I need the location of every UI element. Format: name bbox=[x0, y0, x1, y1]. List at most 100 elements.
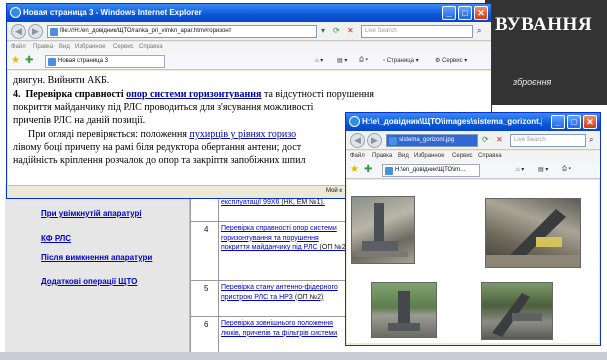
menu-file[interactable]: Файл bbox=[350, 153, 365, 159]
add-favorite-icon[interactable]: ✚ bbox=[25, 55, 33, 66]
favorites-star-icon[interactable]: ★ bbox=[350, 164, 359, 175]
add-favorite-icon[interactable]: ✚ bbox=[364, 164, 372, 175]
back-icon[interactable]: ◀ bbox=[11, 24, 26, 39]
address-toolbar: ◀ ▶ file:///H:/en_довідник/ЩТО/ranka_pri… bbox=[7, 22, 491, 41]
feeds-icon[interactable]: ▤ ▾ bbox=[538, 166, 548, 173]
doc-text: При огляді перевіряється: положення bbox=[28, 129, 190, 140]
go-icon[interactable]: ▾ bbox=[321, 26, 325, 35]
stop-icon[interactable]: ✕ bbox=[496, 135, 503, 144]
page-header-subtitle: зброєння bbox=[513, 77, 552, 87]
stop-icon[interactable]: ✕ bbox=[347, 26, 354, 35]
tools-menu-button[interactable]: ⚙ Сервис ▾ bbox=[435, 57, 467, 64]
doc-line: двигун. Вийняти АКБ. bbox=[13, 75, 110, 86]
menu-view[interactable]: Вид bbox=[398, 153, 409, 159]
close-icon[interactable]: ✕ bbox=[474, 6, 488, 20]
home-icon[interactable]: ⌂ ▾ bbox=[516, 166, 524, 173]
tab-toolbar: ★ ✚ H:\en_довідник\ЩТО\im... ⌂ ▾ ▤ ▾ ⎙ ▾ bbox=[346, 162, 600, 179]
jack-illustration-icon bbox=[486, 209, 580, 267]
address-bar[interactable]: sistema_gorizont.jpg bbox=[386, 134, 478, 147]
photo-leveling-jack-1 bbox=[351, 196, 415, 264]
photo-leveling-jack-2 bbox=[485, 198, 581, 268]
heading-number: 4. bbox=[13, 89, 21, 100]
page-icon bbox=[389, 137, 397, 145]
heading-link[interactable]: опор системи горизонтування bbox=[126, 89, 261, 100]
tab-label: Новая страница 3 bbox=[58, 58, 108, 64]
tools-menu-label: Сервис bbox=[442, 58, 463, 64]
jack-illustration-icon bbox=[388, 291, 420, 331]
refresh-icon[interactable]: ⟳ bbox=[482, 135, 489, 144]
row-text: (ОП №2) bbox=[292, 293, 324, 301]
ie-logo-icon bbox=[10, 7, 21, 18]
procedure-table: експлуатації 99Х6 (НК, ЕМ №1). 4 Перевір… bbox=[190, 195, 350, 360]
nav-link-extra-ops[interactable]: Додаткові операції ЩТО bbox=[41, 277, 137, 286]
refresh-icon[interactable]: ⟳ bbox=[333, 26, 340, 35]
back-icon[interactable]: ◀ bbox=[350, 133, 365, 148]
forward-icon[interactable]: ▶ bbox=[28, 24, 43, 39]
page-menu-button[interactable]: ▫ Страница ▾ bbox=[383, 57, 419, 64]
row-number: 5 bbox=[204, 284, 209, 293]
row-link[interactable]: Перевірка зовнішнього положення люків, п… bbox=[221, 320, 337, 337]
row-number: 4 bbox=[204, 225, 209, 234]
photo-leveling-jack-3 bbox=[371, 282, 437, 338]
table-row: 5 Перевірка стану антенно-фідерного прис… bbox=[190, 280, 350, 316]
feeds-icon[interactable]: ▤ ▾ bbox=[337, 57, 347, 64]
jack-illustration-icon bbox=[492, 293, 542, 337]
maximize-icon[interactable]: □ bbox=[458, 6, 472, 20]
menu-help[interactable]: Справка bbox=[139, 44, 163, 50]
nav-link-kf-rls[interactable]: КФ РЛС bbox=[41, 234, 71, 243]
menu-help[interactable]: Справка bbox=[478, 153, 502, 159]
image-window-titlebar[interactable]: H:\e\_довідник\ЩТО\images\sistema_gorizo… bbox=[346, 113, 600, 131]
tab-current-page[interactable]: H:\en_довідник\ЩТО\im... bbox=[382, 164, 480, 177]
tab-page-icon bbox=[48, 58, 56, 66]
search-icon[interactable]: ⌕ bbox=[477, 26, 481, 36]
page-menu-label: Страница bbox=[386, 58, 414, 64]
print-icon[interactable]: ⎙ ▾ bbox=[562, 166, 571, 173]
maximize-icon[interactable]: □ bbox=[567, 115, 581, 129]
ie-logo-icon bbox=[349, 116, 360, 127]
background-scrollbar[interactable] bbox=[0, 352, 607, 360]
image-browser-window: H:\e\_довідник\ЩТО\images\sistema_gorizo… bbox=[345, 112, 601, 346]
table-row: 4 Перевірка справності опор системи гори… bbox=[190, 221, 350, 280]
tab-label: H:\en_довідник\ЩТО\im... bbox=[395, 167, 466, 173]
doc-heading-4: 4. Перевірка справності опор системи гор… bbox=[13, 89, 491, 101]
print-icon[interactable]: ⎙ ▾ bbox=[359, 57, 368, 64]
home-icon[interactable]: ⌂ ▾ bbox=[315, 57, 323, 64]
minimize-icon[interactable]: _ bbox=[551, 115, 565, 129]
address-text: sistema_gorizont.jpg bbox=[399, 137, 455, 143]
page-icon bbox=[50, 28, 58, 36]
search-input[interactable]: Live Search bbox=[510, 134, 586, 147]
forward-icon[interactable]: ▶ bbox=[367, 133, 382, 148]
menu-file[interactable]: Файл bbox=[11, 44, 26, 50]
search-input[interactable]: Live Search bbox=[361, 25, 473, 38]
heading-text: Перевірка справності bbox=[25, 89, 127, 100]
minimize-icon[interactable]: _ bbox=[442, 6, 456, 20]
row-number: 6 bbox=[204, 320, 209, 329]
menu-favorites[interactable]: Избранное bbox=[75, 44, 105, 50]
search-placeholder: Live Search bbox=[365, 28, 397, 34]
tab-current-page[interactable]: Новая страница 3 bbox=[45, 55, 165, 68]
image-viewport bbox=[347, 180, 599, 343]
level-bubbles-link[interactable]: пухирців у рівнях горизо bbox=[189, 129, 296, 140]
menu-view[interactable]: Вид bbox=[59, 44, 70, 50]
menu-tools[interactable]: Сервис bbox=[452, 153, 473, 159]
row-text: (НК, ЕМ №1). bbox=[279, 199, 325, 206]
page-header: ВУВАННЯ зброєння bbox=[485, 0, 607, 105]
nav-link-power-on[interactable]: При увімкнутій апаратурі bbox=[41, 209, 142, 218]
tab-page-icon bbox=[385, 167, 393, 175]
row-link[interactable]: експлуатації 99Х6 bbox=[221, 199, 279, 206]
search-placeholder: Live Search bbox=[514, 137, 546, 143]
address-toolbar: ◀ ▶ sistema_gorizont.jpg ⟳ ✕ Live Search… bbox=[346, 131, 600, 150]
close-icon[interactable]: ✕ bbox=[583, 115, 597, 129]
menu-edit[interactable]: Правка bbox=[33, 44, 53, 50]
search-icon[interactable]: ⌕ bbox=[589, 135, 593, 145]
status-zone-text: Мой к bbox=[326, 188, 343, 194]
menu-edit[interactable]: Правка bbox=[372, 153, 392, 159]
nav-link-power-off[interactable]: Після вимкнення апаратури bbox=[41, 253, 152, 262]
page-header-title: ВУВАННЯ bbox=[495, 14, 593, 35]
main-window-titlebar[interactable]: Новая страница 3 - Windows Internet Expl… bbox=[7, 4, 491, 22]
menu-favorites[interactable]: Избранное bbox=[414, 153, 444, 159]
favorites-star-icon[interactable]: ★ bbox=[11, 55, 20, 66]
menu-tools[interactable]: Сервис bbox=[113, 44, 134, 50]
address-bar[interactable]: file:///H:/en_довідник/ЩТО/ranka_pri_vim… bbox=[47, 25, 317, 38]
main-window-title: Новая страница 3 - Windows Internet Expl… bbox=[23, 8, 202, 17]
